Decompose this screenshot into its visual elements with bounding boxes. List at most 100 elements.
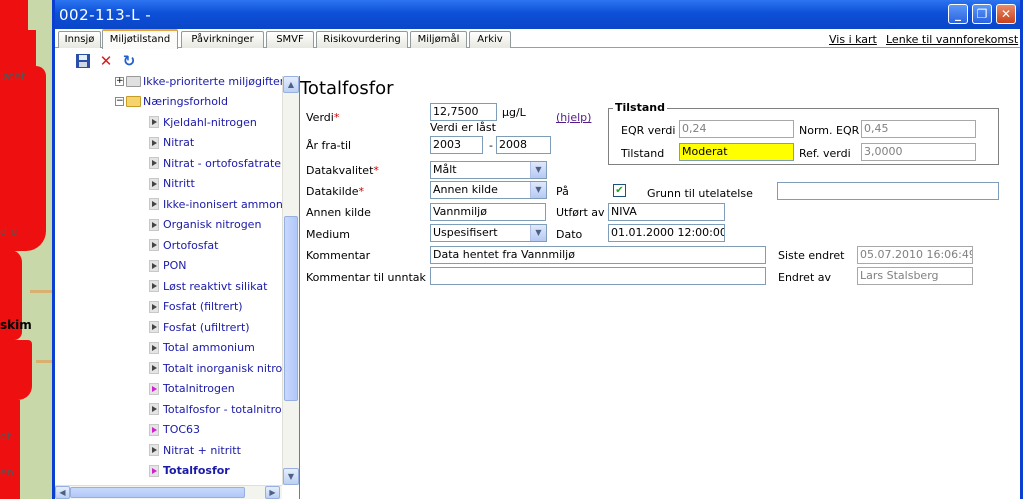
tree-item[interactable]: Totalnitrogen bbox=[149, 380, 235, 398]
medium-select[interactable]: Uspesifisert ▼ bbox=[430, 224, 547, 242]
tree-item-label: Nitrat + nitritt bbox=[163, 443, 241, 457]
tree-item-label: Totalfosfor bbox=[163, 464, 230, 477]
water-body-link[interactable]: Lenke til vannforekomst bbox=[886, 33, 1018, 46]
grunn-field[interactable] bbox=[777, 182, 999, 200]
collapse-icon[interactable]: − bbox=[115, 96, 124, 106]
play-icon bbox=[149, 341, 159, 354]
minimize-icon[interactable]: _ bbox=[948, 4, 968, 24]
tree-item[interactable]: Fosfat (filtrert) bbox=[149, 298, 243, 316]
tab-innsjo[interactable]: Innsjø bbox=[58, 31, 101, 48]
utfort-av-label: Utført av bbox=[556, 206, 605, 219]
tree-item[interactable]: Løst reaktivt silikat bbox=[149, 277, 267, 295]
tree-folder[interactable]: + Ikke-prioriterte miljøgifter bbox=[115, 76, 282, 90]
scroll-thumb[interactable] bbox=[70, 487, 245, 498]
tree-item-label: Ikke-inonisert ammon bbox=[163, 197, 282, 211]
scroll-left-icon[interactable]: ◀ bbox=[55, 486, 70, 499]
restore-icon[interactable]: ❐ bbox=[972, 4, 992, 24]
tree-item-label: Nitrat bbox=[163, 136, 195, 149]
tree-item-label: Nitrat - ortofosfatrate bbox=[163, 156, 282, 170]
tree-item[interactable]: Nitrat - ortofosfatrate bbox=[149, 154, 281, 172]
map-background: latet d e skim ot en bbox=[0, 0, 52, 499]
tree-item[interactable]: TOC63 bbox=[149, 421, 200, 439]
play-icon bbox=[149, 157, 159, 169]
tree-item-label: Løst reaktivt silikat bbox=[163, 279, 268, 293]
tree-item[interactable]: Totalt inorganisk nitro bbox=[149, 359, 282, 377]
tab-miljomal[interactable]: Miljømål bbox=[410, 31, 467, 48]
play-icon bbox=[149, 177, 159, 190]
play-icon bbox=[149, 198, 159, 210]
kommentar-field[interactable]: Data hentet fra Vannmiljø bbox=[430, 246, 766, 264]
verdi-field[interactable]: 12,7500 bbox=[430, 103, 497, 121]
verdi-locked-note: Verdi er låst bbox=[430, 121, 496, 134]
play-icon bbox=[149, 300, 159, 313]
toolbar: ✕ ↻ bbox=[55, 49, 1020, 75]
dato-field[interactable]: 01.01.2000 12:00:00 bbox=[608, 224, 725, 242]
chevron-down-icon[interactable]: ▼ bbox=[530, 182, 546, 198]
datakilde-select[interactable]: Annen kilde ▼ bbox=[430, 181, 547, 199]
map-label: en bbox=[0, 466, 14, 479]
folder-icon bbox=[126, 95, 141, 107]
tree-item[interactable]: Nitrat + nitritt bbox=[149, 441, 241, 459]
year-to-field[interactable]: 2008 bbox=[496, 136, 551, 154]
delete-icon[interactable]: ✕ bbox=[98, 53, 114, 69]
tree-item-label: Fosfat (ufiltrert) bbox=[163, 320, 250, 334]
play-icon bbox=[149, 321, 159, 333]
scroll-thumb[interactable] bbox=[284, 216, 298, 401]
tree-item[interactable]: Organisk nitrogen bbox=[149, 216, 261, 234]
datakvalitet-select[interactable]: Målt ▼ bbox=[430, 161, 547, 179]
tab-pavirkninger[interactable]: Påvirkninger bbox=[181, 31, 264, 48]
kommentar-unntak-field[interactable] bbox=[430, 267, 766, 285]
tilstand-field: Moderat bbox=[679, 143, 794, 161]
title-bar[interactable]: 002-113-L - _ ❐ ✕ bbox=[55, 0, 1020, 29]
tree-item[interactable]: Fosfat (ufiltrert) bbox=[149, 318, 250, 336]
play-icon bbox=[149, 280, 159, 292]
tree-item[interactable]: PON bbox=[149, 257, 187, 275]
show-in-map-link[interactable]: Vis i kart bbox=[829, 33, 877, 46]
tree-item-label: TOC63 bbox=[163, 423, 201, 436]
tree-item-label: Ortofosfat bbox=[163, 238, 219, 252]
tree-item[interactable]: Totalfosfor - totalnitro bbox=[149, 400, 282, 418]
tree-item[interactable]: Ortofosfat bbox=[149, 236, 218, 254]
tilstand-legend: Tilstand bbox=[613, 101, 667, 114]
play-icon bbox=[149, 136, 159, 149]
scroll-right-icon[interactable]: ▶ bbox=[265, 486, 280, 499]
tree-folder[interactable]: − Næringsforhold bbox=[115, 92, 228, 110]
tree-horizontal-scrollbar[interactable]: ◀ ▶ bbox=[55, 485, 282, 499]
map-label: skim bbox=[0, 318, 32, 332]
play-icon bbox=[149, 218, 159, 231]
tree-item[interactable]: Totalfosfor bbox=[149, 462, 230, 480]
scroll-down-icon[interactable]: ▼ bbox=[283, 468, 299, 485]
year-from-field[interactable]: 2003 bbox=[430, 136, 483, 154]
tab-miljotilstand[interactable]: Miljøtilstand bbox=[102, 29, 178, 49]
pa-label: På bbox=[556, 185, 569, 198]
close-icon[interactable]: ✕ bbox=[996, 4, 1016, 24]
tree-item[interactable]: Nitrat bbox=[149, 134, 194, 152]
verdi-label: Verdi* bbox=[306, 111, 340, 124]
utfort-av-field[interactable]: NIVA bbox=[608, 203, 725, 221]
tree-item[interactable]: Kjeldahl-nitrogen bbox=[149, 113, 257, 131]
refresh-icon[interactable]: ↻ bbox=[121, 53, 137, 69]
play-icon bbox=[149, 362, 159, 374]
expand-icon[interactable]: + bbox=[115, 76, 124, 86]
year-label: År fra-til bbox=[306, 139, 352, 152]
annen-kilde-label: Annen kilde bbox=[306, 206, 371, 219]
tree-vertical-scrollbar[interactable]: ▲ ▼ bbox=[282, 76, 299, 485]
eqr-field: 0,24 bbox=[679, 120, 794, 138]
datakvalitet-label: Datakvalitet* bbox=[306, 164, 379, 177]
scroll-up-icon[interactable]: ▲ bbox=[283, 76, 299, 93]
tab-risikovurdering[interactable]: Risikovurdering bbox=[316, 31, 408, 48]
tree-item[interactable]: Total ammonium bbox=[149, 339, 255, 357]
help-link[interactable]: (hjelp) bbox=[556, 111, 591, 124]
endret-av-field: Lars Stalsberg bbox=[857, 267, 973, 285]
tab-arkiv[interactable]: Arkiv bbox=[469, 31, 511, 48]
chevron-down-icon[interactable]: ▼ bbox=[530, 225, 546, 241]
annen-kilde-field[interactable]: Vannmiljø bbox=[430, 203, 546, 221]
tree-item[interactable]: Nitritt bbox=[149, 175, 195, 193]
tree-item[interactable]: Ikke-inonisert ammon bbox=[149, 195, 282, 213]
tab-smvf[interactable]: SMVF bbox=[266, 31, 314, 48]
norm-eqr-label: Norm. EQR bbox=[799, 124, 860, 137]
pa-checkbox[interactable]: ✔ bbox=[613, 184, 626, 197]
kommentar-unntak-label: Kommentar til unntak bbox=[306, 271, 426, 284]
save-icon[interactable] bbox=[75, 53, 91, 69]
chevron-down-icon[interactable]: ▼ bbox=[530, 162, 546, 178]
